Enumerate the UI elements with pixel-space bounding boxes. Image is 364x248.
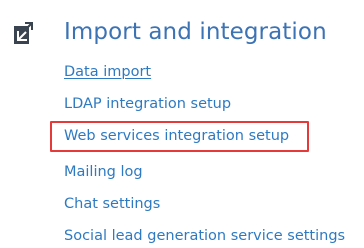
link-mailing-log[interactable]: Mailing log bbox=[64, 162, 143, 182]
section-title: Import and integration bbox=[64, 19, 327, 45]
link-chat-settings[interactable]: Chat settings bbox=[64, 194, 160, 214]
section-icon bbox=[14, 22, 33, 44]
link-social-lead-generation-settings[interactable]: Social lead generation service settings bbox=[64, 226, 345, 246]
highlight-box bbox=[50, 121, 309, 152]
link-data-import[interactable]: Data import bbox=[64, 62, 151, 82]
link-ldap-integration-setup[interactable]: LDAP integration setup bbox=[64, 94, 231, 114]
pencil-square-icon bbox=[14, 22, 33, 44]
